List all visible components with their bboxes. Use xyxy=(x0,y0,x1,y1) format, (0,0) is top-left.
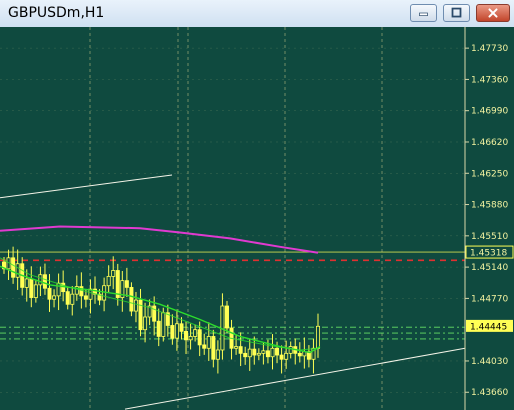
candle-body xyxy=(161,312,166,337)
candle-body xyxy=(215,349,220,360)
title-bar[interactable]: GBPUSDm,H1 xyxy=(0,0,514,28)
candle-body xyxy=(24,278,29,288)
candle-body xyxy=(234,346,239,349)
candle-body xyxy=(179,323,184,332)
close-button[interactable] xyxy=(476,4,510,22)
candle-body xyxy=(243,352,248,358)
candle-body xyxy=(247,348,252,358)
candle-body xyxy=(211,336,216,360)
candle-body xyxy=(56,282,61,297)
candle-body xyxy=(124,280,129,288)
tick-label: 1.43660 xyxy=(471,388,508,398)
candle-body xyxy=(270,347,275,358)
maximize-icon xyxy=(451,7,462,18)
candle-body xyxy=(279,354,284,360)
candle-body xyxy=(261,350,266,354)
candle-body xyxy=(129,287,134,312)
tick-label: 1.46620 xyxy=(471,138,508,148)
candle-body xyxy=(174,323,179,339)
close-icon xyxy=(488,8,498,18)
candle-body xyxy=(284,352,289,360)
candle-body xyxy=(143,316,148,331)
candle-body xyxy=(38,274,43,286)
candle-body xyxy=(315,325,320,349)
price-chart[interactable]: 1.47730 1.47360 1.46990 1.46620 1.46250 1.458… xyxy=(0,27,514,410)
candle-body xyxy=(156,320,161,337)
candle-body xyxy=(184,330,189,341)
bid-price-label: 1.45318 xyxy=(470,249,507,259)
candle-body xyxy=(193,329,198,337)
candle-body xyxy=(79,286,84,297)
candle-body xyxy=(152,305,157,322)
candle-body xyxy=(188,336,193,341)
candle-body xyxy=(65,291,70,305)
candle-body xyxy=(111,270,116,277)
tick-label: 1.45880 xyxy=(471,201,508,211)
candle-body xyxy=(15,263,20,278)
candle-body xyxy=(252,348,257,356)
tick-label: 1.47360 xyxy=(471,75,508,85)
tick-label: 1.47730 xyxy=(471,44,508,54)
candle-body xyxy=(33,284,38,298)
candle-body xyxy=(133,299,138,312)
candle-body xyxy=(224,305,229,329)
candle-body xyxy=(47,287,52,300)
minimize-icon xyxy=(419,12,428,17)
candle-body xyxy=(170,325,175,339)
tick-label: 1.46250 xyxy=(471,169,508,179)
tick-label: 1.45140 xyxy=(471,263,508,273)
candle-body xyxy=(52,295,57,300)
tick-label: 1.45510 xyxy=(471,232,508,242)
chart-background xyxy=(0,27,514,410)
tick-label: 1.44770 xyxy=(471,294,508,304)
candle-body xyxy=(265,350,270,358)
candle-body xyxy=(238,346,243,354)
candle-body xyxy=(275,347,280,356)
candle-body xyxy=(256,352,261,356)
current-price-label: 1.44445 xyxy=(470,322,507,332)
candle-body xyxy=(11,257,16,278)
maximize-button[interactable] xyxy=(443,4,470,22)
candle-body xyxy=(297,352,302,357)
candle-body xyxy=(288,346,293,354)
candle-body xyxy=(202,344,207,349)
window-title: GBPUSDm,H1 xyxy=(8,5,105,21)
candle-body xyxy=(206,336,211,349)
chart-window: GBPUSDm,H1 1.47730 1.47360 1.46990 1.46620 1… xyxy=(0,0,514,410)
candle-body xyxy=(42,274,47,289)
candle-body xyxy=(29,278,34,298)
candle-body xyxy=(70,293,75,305)
candle-body xyxy=(102,285,107,301)
candle-body xyxy=(106,276,111,287)
candle-body xyxy=(197,329,202,346)
tick-label: 1.44030 xyxy=(471,357,508,367)
candle-body xyxy=(83,295,88,300)
minimize-button[interactable] xyxy=(410,4,437,22)
tick-label: 1.46990 xyxy=(471,107,508,117)
